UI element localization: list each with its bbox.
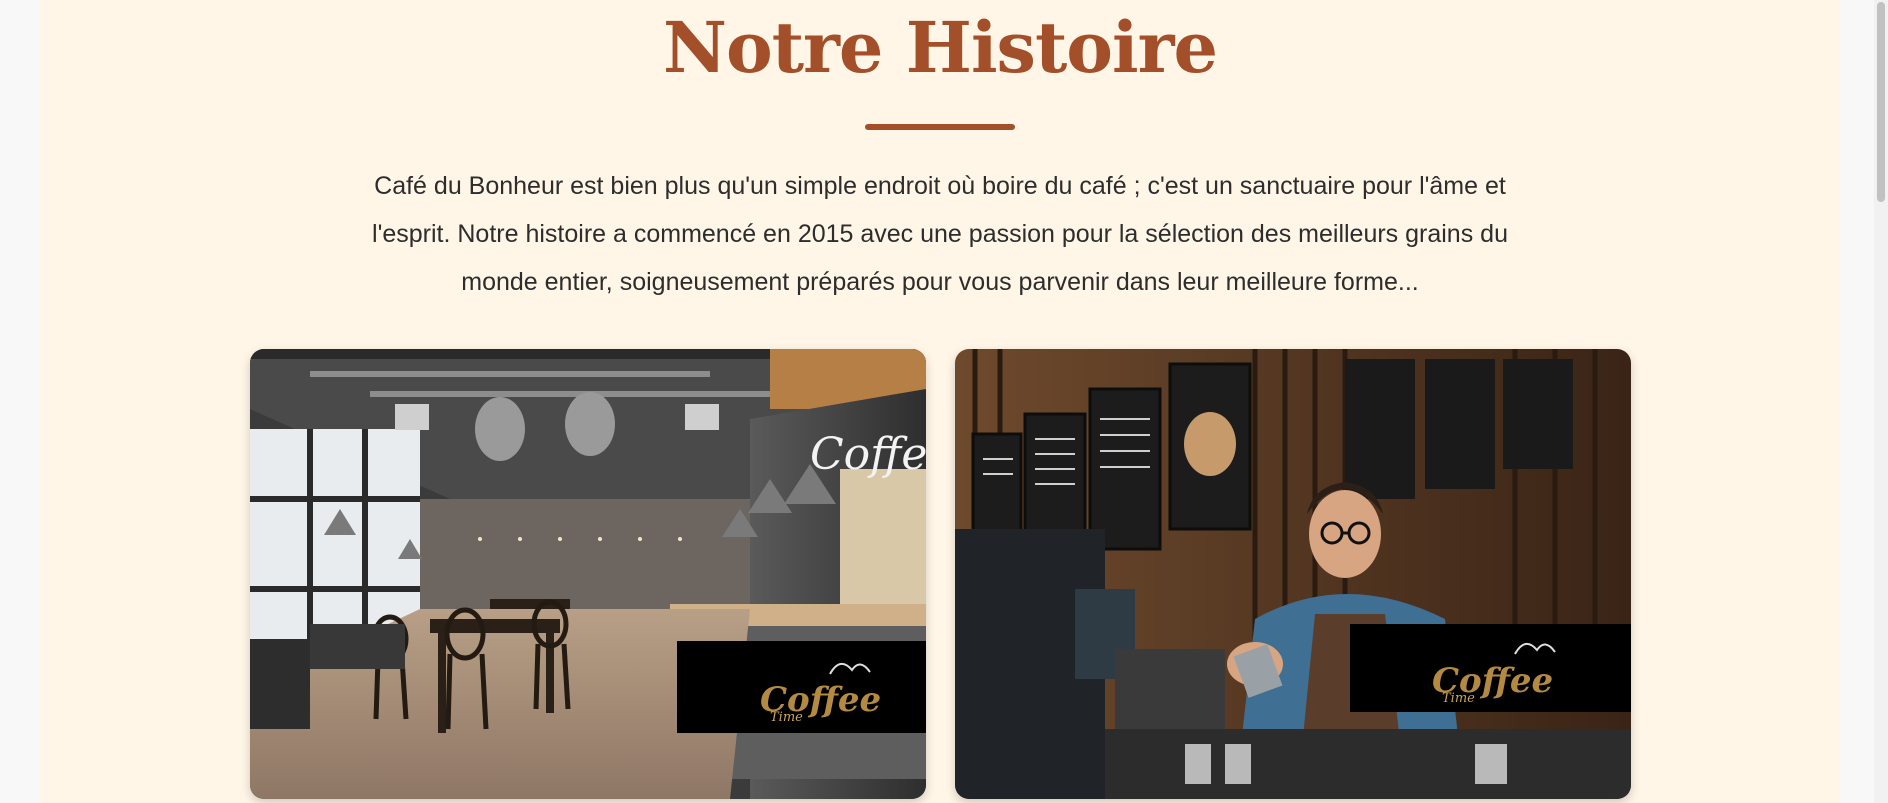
intro-paragraph: Café du Bonheur est bien plus qu'un simp…: [320, 162, 1560, 306]
barista-illustration: Coffee Time: [955, 349, 1631, 799]
section-title: Notre Histoire: [663, 6, 1218, 89]
neon-sign-text: Coffee: [810, 429, 926, 480]
barista-image: Coffee Time: [955, 349, 1631, 799]
logo-small-text: Time: [1442, 691, 1475, 706]
scrollbar-thumb[interactable]: [1877, 2, 1885, 202]
cafe-interior-image: Coffee: [250, 349, 926, 799]
title-divider: [865, 124, 1015, 130]
page-scrollbar[interactable]: [1874, 0, 1888, 803]
intro-line: l'esprit. Notre histoire a commencé en 2…: [372, 220, 1508, 248]
our-story-section: Notre Histoire Café du Bonheur est bien …: [40, 0, 1840, 803]
intro-line: monde entier, soigneusement préparés pou…: [461, 268, 1419, 296]
cafe-interior-illustration: Coffee: [250, 349, 926, 799]
coffee-time-logo: Coffee Time: [1350, 624, 1631, 712]
intro-line: Café du Bonheur est bien plus qu'un simp…: [374, 172, 1506, 200]
coffee-time-logo: Coffee Time: [677, 641, 926, 733]
logo-small-text: Time: [770, 710, 803, 725]
